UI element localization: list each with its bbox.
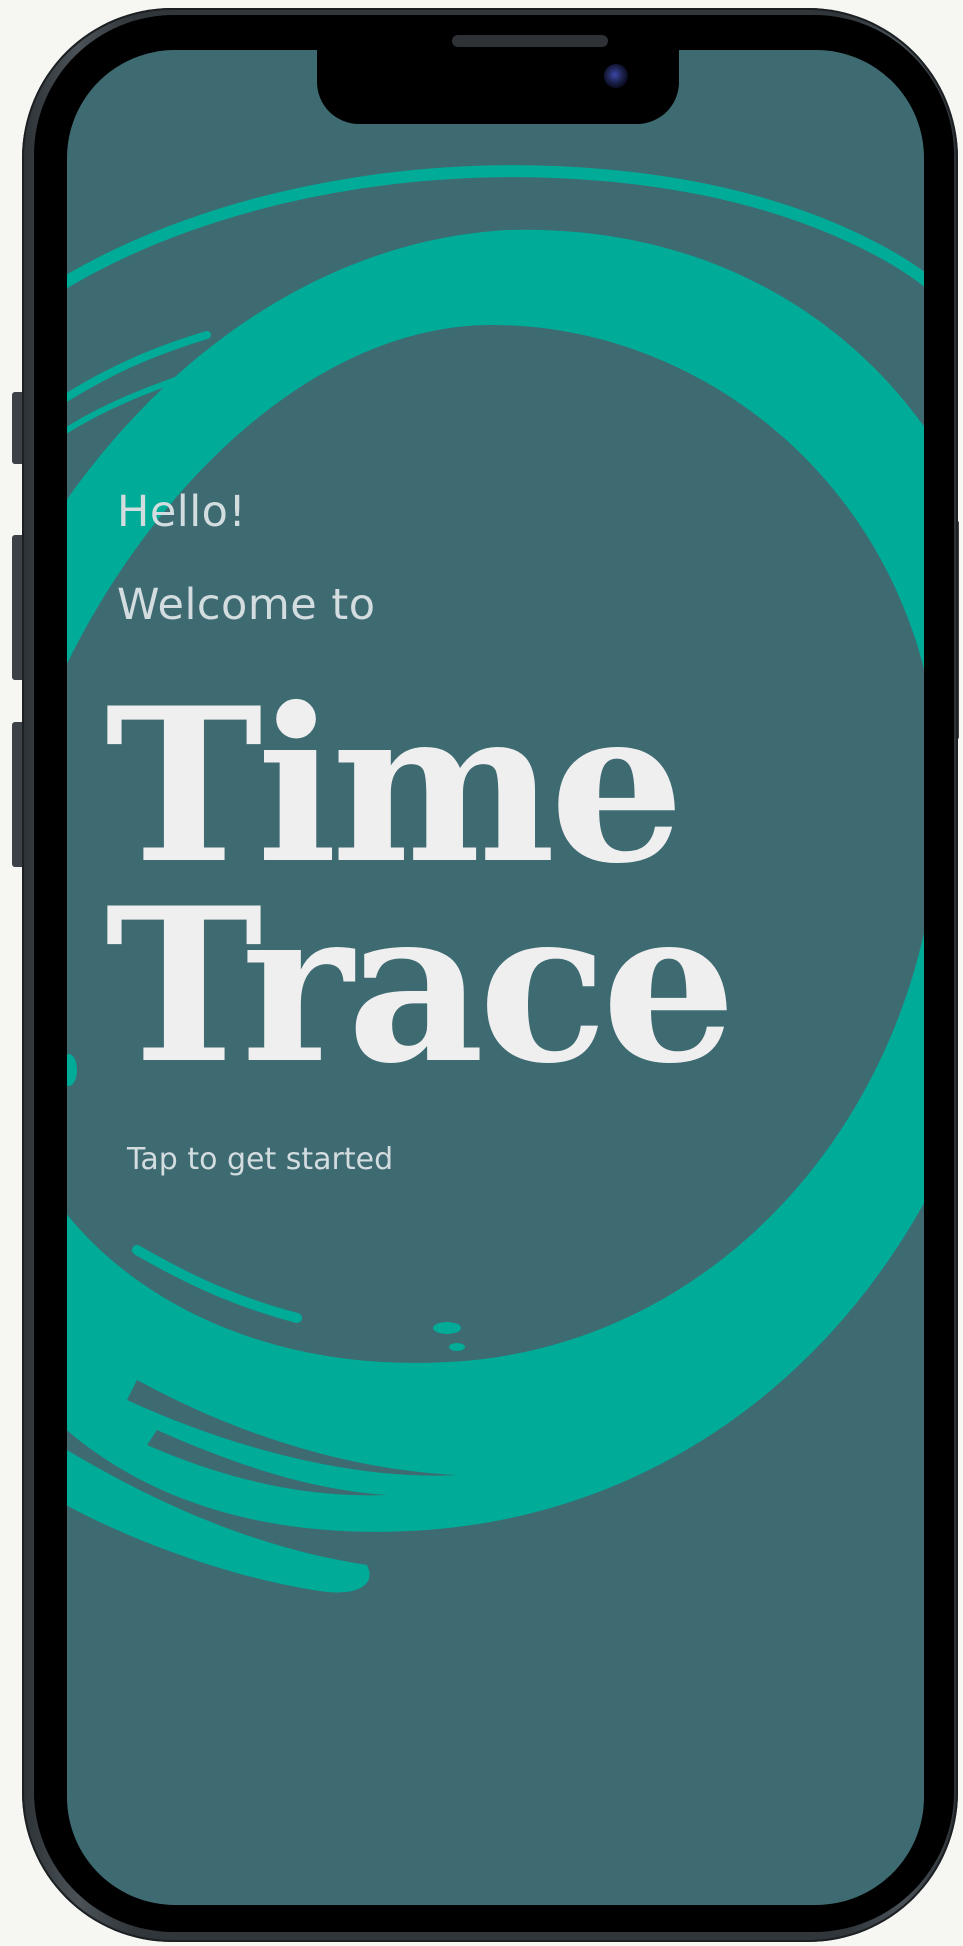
earpiece-speaker (452, 35, 608, 47)
splash-screen[interactable]: Hello! Welcome to Time Trace Tap to get … (67, 50, 924, 1905)
app-title-line-2: Trace (105, 861, 736, 1110)
device-mockup: Hello! Welcome to Time Trace Tap to get … (0, 0, 963, 1946)
get-started-link[interactable]: Tap to get started (127, 1142, 393, 1177)
greeting-text: Hello! (117, 487, 247, 537)
display-notch (317, 50, 679, 124)
welcome-text: Welcome to (117, 580, 376, 630)
front-camera-icon (604, 64, 628, 88)
